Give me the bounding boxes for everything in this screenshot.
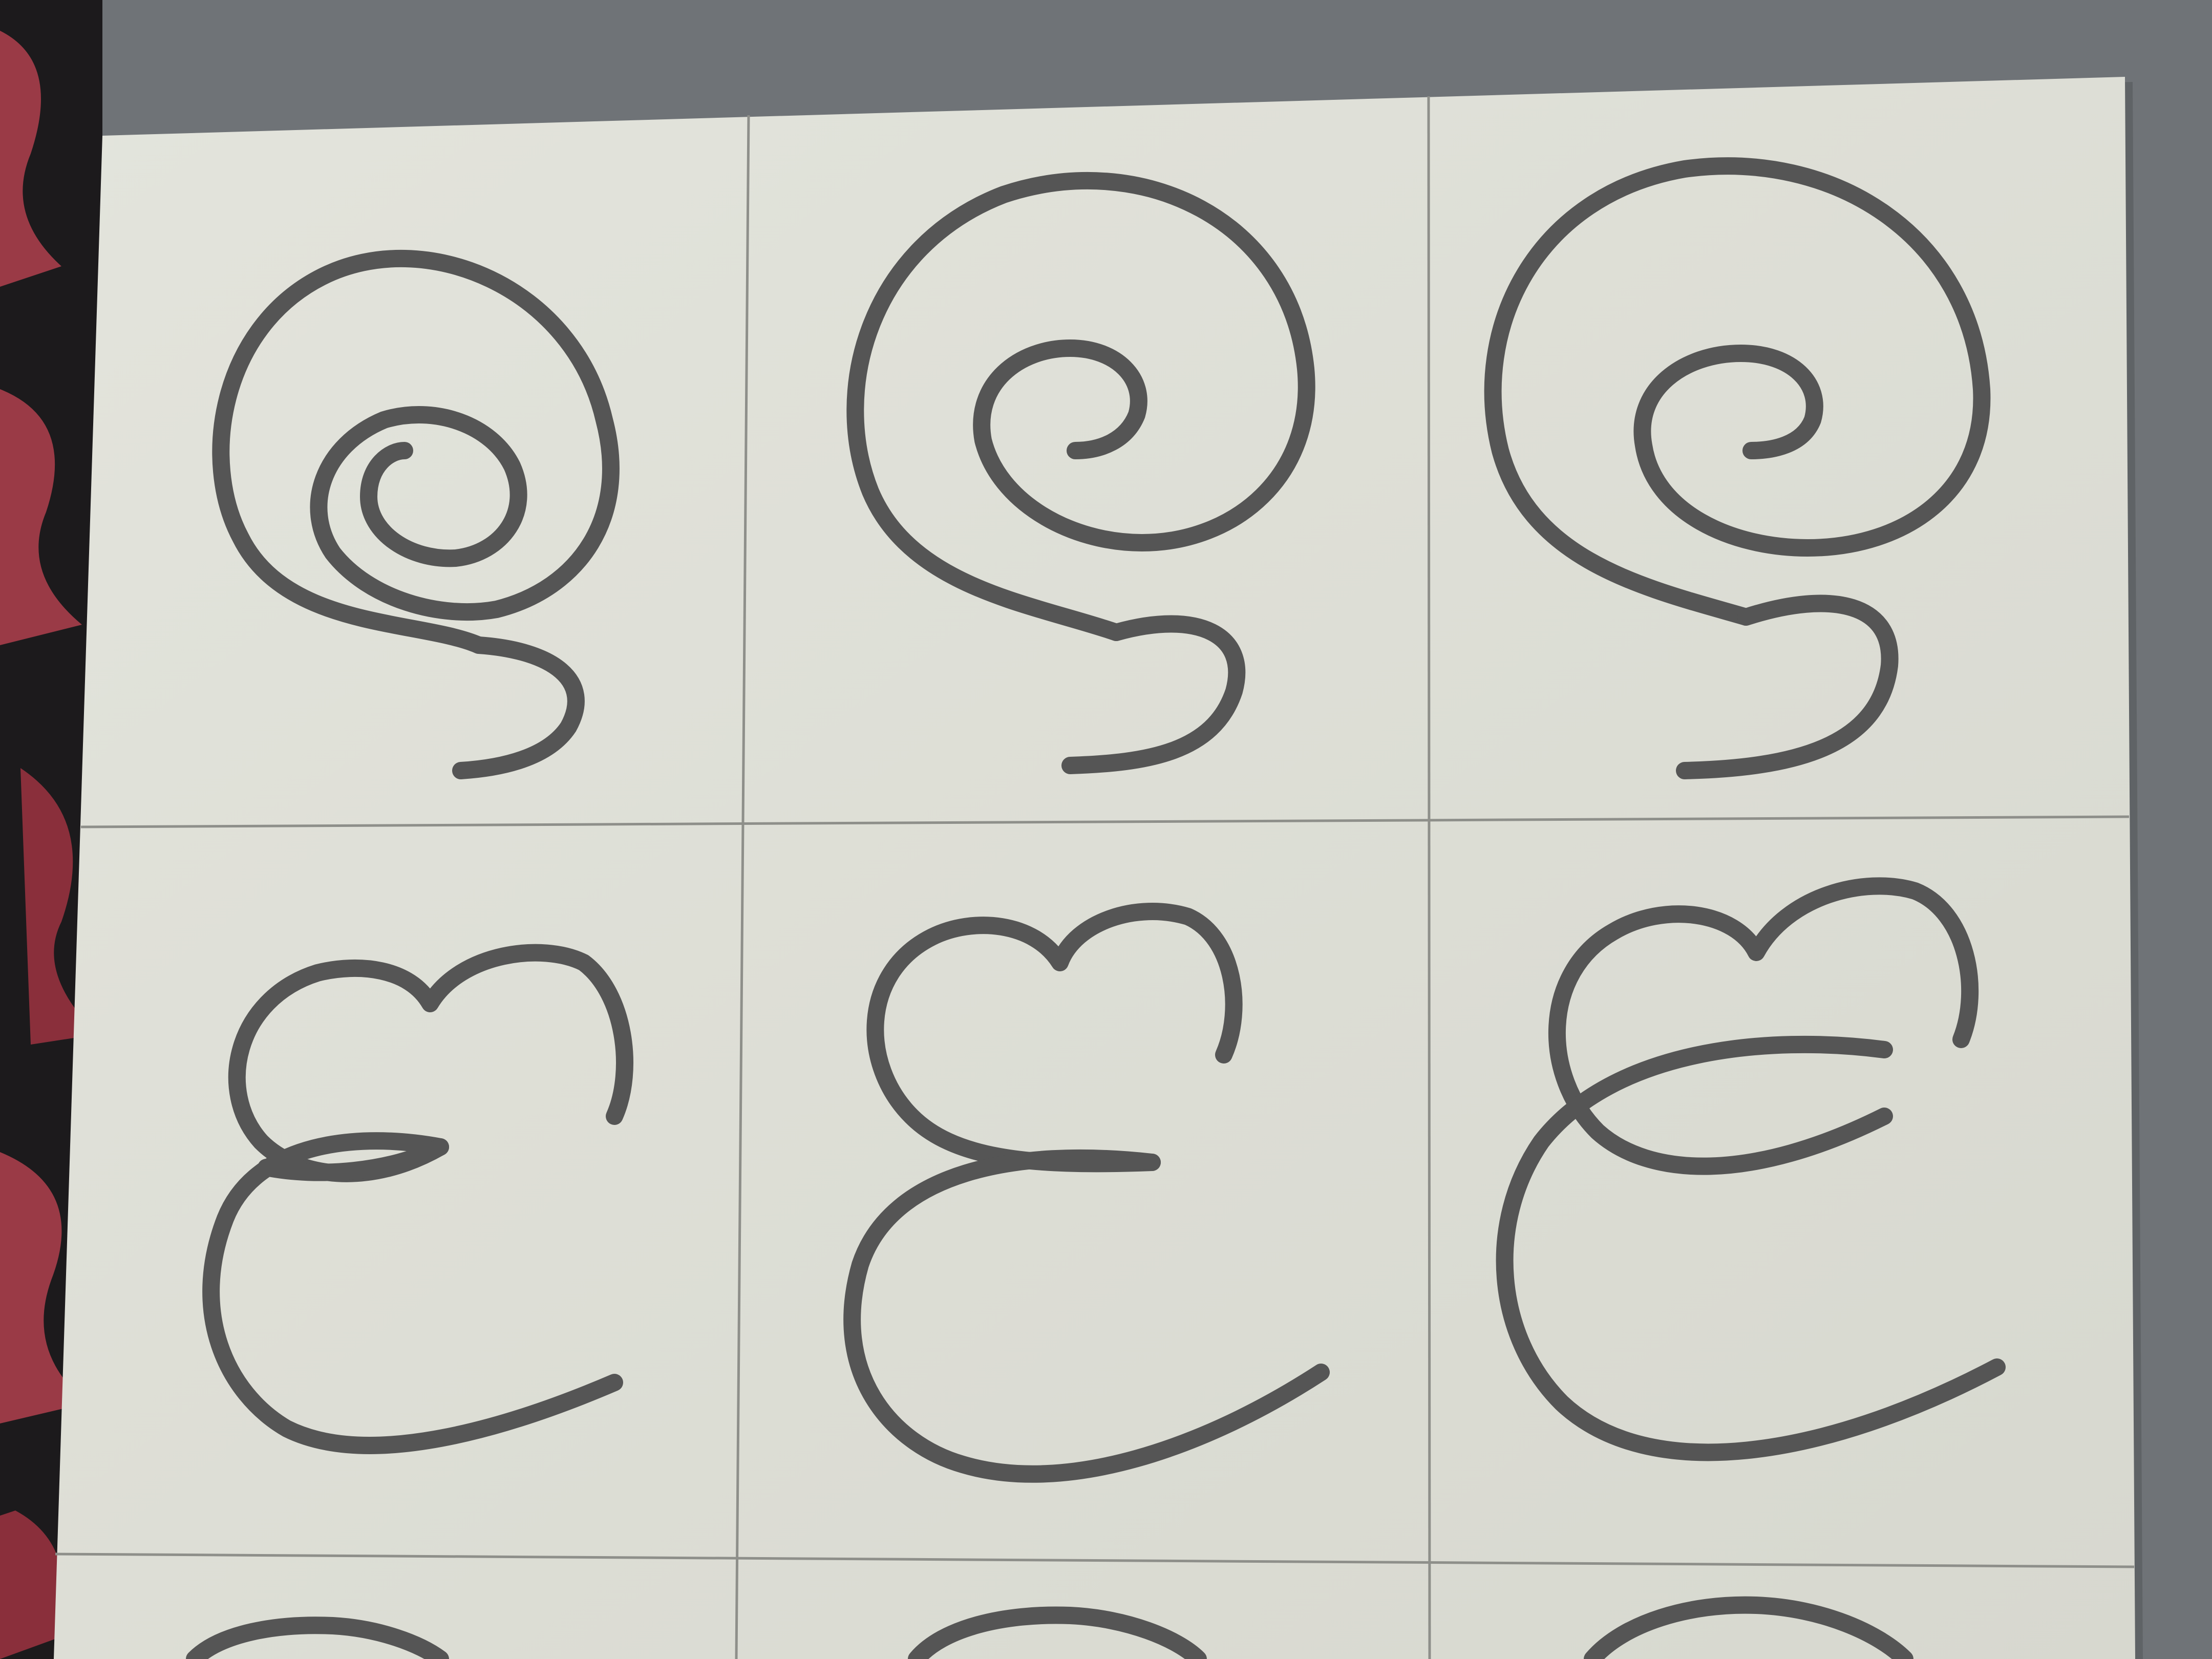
paper-sheet [54,77,2135,1659]
photo-scene [0,0,2212,1659]
